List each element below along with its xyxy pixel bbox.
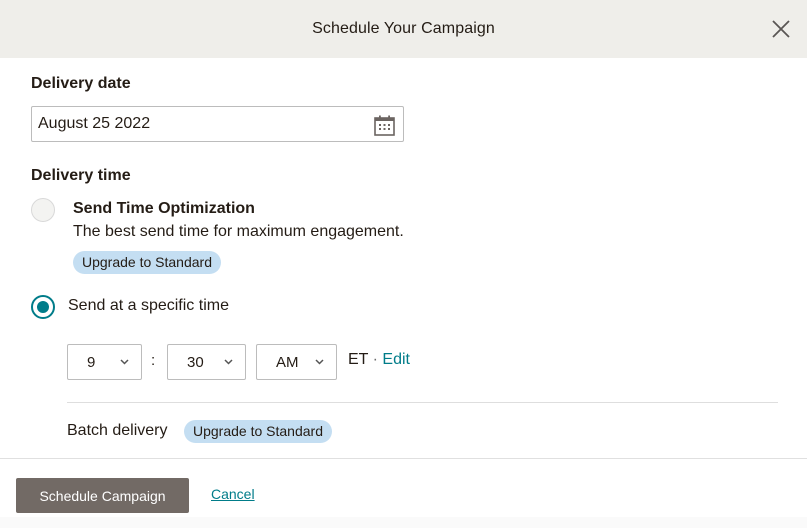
divider [67, 402, 778, 403]
specific-time-radio[interactable] [31, 295, 55, 319]
delivery-date-label: Delivery date [31, 75, 131, 92]
modal-title: Schedule Your Campaign [312, 20, 495, 37]
minute-select[interactable]: 30 [167, 344, 246, 380]
send-time-optimization-radio[interactable] [31, 198, 55, 222]
modal-header: Schedule Your Campaign [0, 0, 807, 58]
delivery-time-label: Delivery time [31, 167, 131, 184]
minute-value: 30 [187, 353, 204, 371]
hour-value: 9 [87, 353, 96, 371]
upgrade-badge-batch[interactable]: Upgrade to Standard [184, 420, 332, 443]
timezone-row: ET · Edit [348, 351, 410, 369]
schedule-campaign-button[interactable]: Schedule Campaign [16, 478, 189, 513]
upgrade-badge-sto[interactable]: Upgrade to Standard [73, 251, 221, 274]
delivery-date-input[interactable] [38, 115, 358, 133]
hour-select[interactable]: 9 [67, 344, 142, 380]
calendar-icon[interactable] [374, 115, 395, 136]
timezone-label: ET [348, 351, 369, 368]
chevron-down-icon [224, 359, 233, 365]
chevron-down-icon [315, 359, 324, 365]
delivery-date-field[interactable] [31, 106, 404, 142]
meridiem-value: AM [276, 353, 299, 371]
meridiem-select[interactable]: AM [256, 344, 337, 380]
time-separator: : [151, 352, 156, 369]
specific-time-label[interactable]: Send at a specific time [68, 297, 229, 315]
batch-delivery-label: Batch delivery [67, 422, 168, 439]
radio-selected-dot [37, 301, 49, 313]
close-icon[interactable] [771, 19, 791, 39]
chevron-down-icon [120, 359, 129, 365]
send-time-optimization-title: Send Time Optimization [73, 200, 255, 217]
cancel-link[interactable]: Cancel [211, 486, 255, 502]
send-time-optimization-description: The best send time for maximum engagemen… [73, 223, 404, 240]
timezone-separator: · [372, 351, 378, 368]
edit-timezone-link[interactable]: Edit [382, 351, 410, 368]
footer-bottom-strip [0, 517, 807, 528]
